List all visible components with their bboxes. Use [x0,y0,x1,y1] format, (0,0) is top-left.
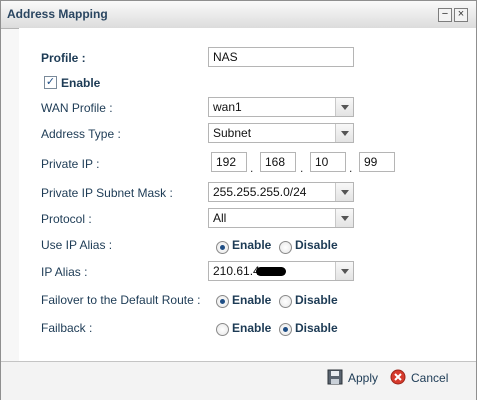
private-ip-octet-4[interactable]: 99 [359,152,395,172]
ip-alias-select[interactable]: 210.61.4 [208,261,354,281]
use-ip-alias-enable-radio[interactable] [216,241,229,254]
wan-profile-label: WAN Profile : [41,101,113,115]
enable-checkbox[interactable]: ✓ [44,76,57,89]
minimize-icon[interactable]: − [438,8,452,22]
failover-enable-label: Enable [232,293,272,307]
protocol-value: All [213,211,227,225]
use-ip-alias-enable-label: Enable [232,238,272,252]
use-ip-alias-disable-label: Disable [295,238,338,252]
dialog-footer: Apply Cancel [1,361,476,400]
profile-label: Profile : [41,51,86,65]
failback-enable-radio[interactable] [216,323,229,336]
chevron-down-icon [335,262,353,280]
subnet-mask-label: Private IP Subnet Mask : [41,186,173,200]
cancel-label: Cancel [411,371,449,385]
save-icon [327,369,343,385]
failback-disable-label: Disable [295,321,338,335]
address-type-select[interactable]: Subnet [208,123,354,143]
title-bar: Address Mapping − × [1,1,476,29]
close-icon[interactable]: × [454,8,468,22]
address-mapping-dialog: Address Mapping − × Profile : NAS ✓ Enab… [0,0,477,400]
chevron-down-icon [335,124,353,142]
chevron-down-icon [335,98,353,116]
failover-enable-radio[interactable] [216,295,229,308]
chevron-down-icon [335,209,353,227]
private-ip-octet-2[interactable]: 168 [260,152,296,172]
protocol-select[interactable]: All [208,208,354,228]
chevron-down-icon [335,183,353,201]
cancel-button[interactable]: Cancel [390,368,455,388]
failover-disable-label: Disable [295,293,338,307]
ip-alias-label: IP Alias : [41,265,88,279]
form-panel: Profile : NAS ✓ Enable WAN Profile : wan… [19,28,476,361]
address-type-value: Subnet [213,126,252,140]
enable-label: Enable [61,76,101,90]
protocol-label: Protocol : [41,212,92,226]
failback-label: Failback : [41,321,93,335]
profile-input[interactable]: NAS [208,47,354,67]
private-ip-octet-3[interactable]: 10 [310,152,346,172]
failover-label: Failover to the Default Route : [41,293,201,307]
redaction-mark [256,267,286,276]
apply-label: Apply [348,371,379,385]
dialog-title: Address Mapping [7,7,108,21]
failover-disable-radio[interactable] [279,295,292,308]
apply-button[interactable]: Apply [327,368,381,388]
wan-profile-value: wan1 [213,100,242,114]
cancel-icon [390,369,406,385]
private-ip-label: Private IP : [41,157,100,171]
use-ip-alias-disable-radio[interactable] [279,241,292,254]
wan-profile-select[interactable]: wan1 [208,97,354,117]
ip-alias-value: 210.61.4 [213,264,260,278]
failback-enable-label: Enable [232,321,272,335]
use-ip-alias-label: Use IP Alias : [41,238,113,252]
subnet-mask-value: 255.255.255.0/24 [213,185,307,199]
failback-disable-radio[interactable] [279,323,292,336]
private-ip-octet-1[interactable]: 192 [211,152,247,172]
subnet-mask-select[interactable]: 255.255.255.0/24 [208,182,354,202]
address-type-label: Address Type : [41,127,121,141]
